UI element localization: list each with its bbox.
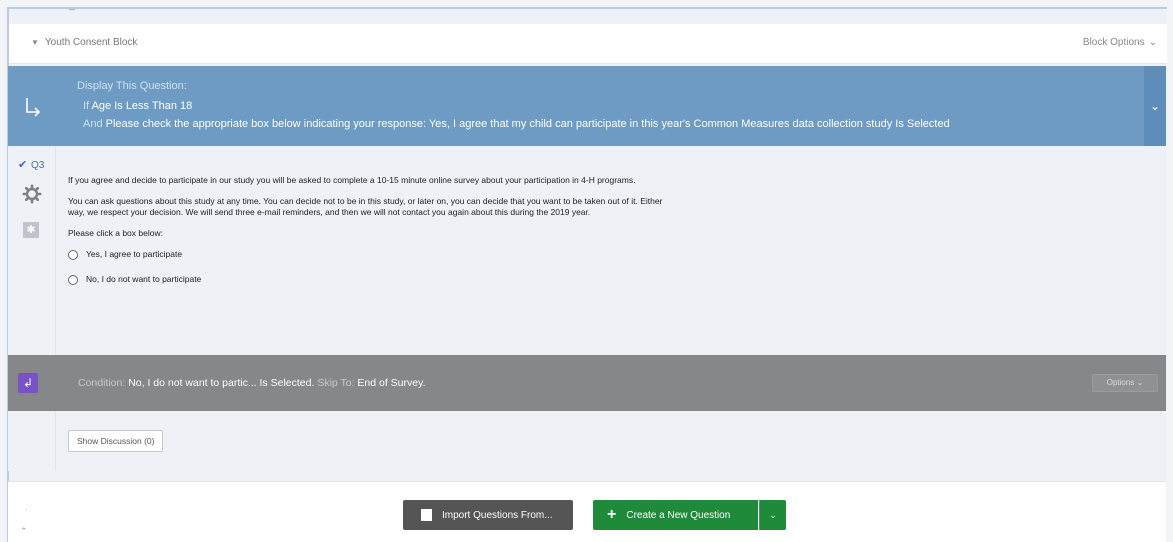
question-gutter: ✔ Q3 ✱: [8, 146, 56, 471]
skip-logic-icon: ↲: [18, 373, 38, 393]
skip-to-keyword: Skip To:: [317, 377, 355, 389]
block-title-toggle[interactable]: ▼ Youth Consent Block: [31, 37, 137, 48]
question-paragraph-1: If you agree and decide to participate i…: [68, 175, 636, 185]
choice-yes[interactable]: Yes, I agree to participate: [68, 249, 668, 260]
chevron-down-icon: ⌄: [1149, 99, 1161, 113]
question-body: If you agree and decide to participate i…: [68, 175, 668, 299]
display-logic-banner[interactable]: Display This Question: If Age Is Less Th…: [8, 66, 1166, 146]
radio-button[interactable]: [68, 274, 78, 285]
show-discussion-button[interactable]: Show Discussion (0): [68, 430, 164, 452]
block-options-label: Block Options: [1082, 37, 1145, 48]
required-asterisk-icon[interactable]: ✱: [23, 222, 39, 238]
display-logic-condition-2: And Please check the appropriate box bel…: [83, 118, 950, 130]
create-question-label: Create a New Question: [626, 509, 731, 521]
block-title: Youth Consent Block: [44, 37, 138, 48]
block-header: ▼ Youth Consent Block Block Options ⌄: [9, 24, 1167, 64]
and-keyword: And: [83, 118, 103, 130]
create-question-button[interactable]: + Create a New Question: [593, 500, 758, 530]
condition-value: No, I do not want to partic... Is Select…: [128, 377, 315, 389]
skip-logic-options-button[interactable]: Options ⌄: [1092, 374, 1158, 392]
branch-arrow-icon: [26, 98, 41, 117]
condition-keyword: Condition:: [78, 377, 126, 389]
if-condition: Age Is Less Than 18: [91, 100, 193, 112]
display-logic-condition-1: If Age Is Less Than 18: [83, 100, 192, 112]
choice-no[interactable]: No, I do not want to participate: [68, 274, 668, 285]
plus-icon: +: [607, 506, 617, 523]
document-icon: [418, 506, 432, 521]
import-questions-label: Import Questions From...: [442, 509, 553, 521]
if-keyword: If: [83, 100, 90, 112]
create-question-dropdown-button[interactable]: ⌄: [759, 500, 786, 530]
corner-marker: ·: [25, 504, 28, 514]
chevron-down-icon: ⌄: [1148, 37, 1157, 48]
choice-label: No, I do not want to participate: [86, 274, 202, 284]
skip-logic-text: Condition: No, I do not want to partic..…: [78, 377, 426, 389]
footer-toolbar: · ⌃ Import Questions From... + Create a …: [8, 481, 1166, 542]
and-condition: Please check the appropriate box below i…: [105, 118, 950, 130]
display-logic-expand-button[interactable]: ⌄: [1144, 66, 1166, 146]
choice-label: Yes, I agree to participate: [86, 249, 183, 259]
chevron-up-icon[interactable]: ⌃: [20, 526, 28, 537]
skip-logic-bar[interactable]: ↲ Condition: No, I do not want to partic…: [8, 355, 1166, 411]
gear-icon[interactable]: [22, 184, 42, 204]
display-logic-title: Display This Question:: [77, 80, 187, 92]
question-id: Q3: [31, 160, 45, 171]
question-prompt: Please click a box below:: [68, 228, 163, 238]
block-options-button[interactable]: Block Options ⌄: [1083, 37, 1157, 48]
checkmark-icon: ✔: [18, 159, 28, 171]
question-paragraph-2: You can ask questions about this study a…: [68, 196, 663, 217]
top-edge-text: ‾‾: [69, 9, 75, 19]
import-questions-button[interactable]: Import Questions From...: [403, 500, 573, 530]
skip-to-value: End of Survey.: [357, 377, 426, 389]
collapse-triangle-icon[interactable]: ▼: [31, 38, 39, 47]
radio-button[interactable]: [68, 249, 78, 260]
question-select-checkbox[interactable]: ✔ Q3: [18, 159, 45, 172]
